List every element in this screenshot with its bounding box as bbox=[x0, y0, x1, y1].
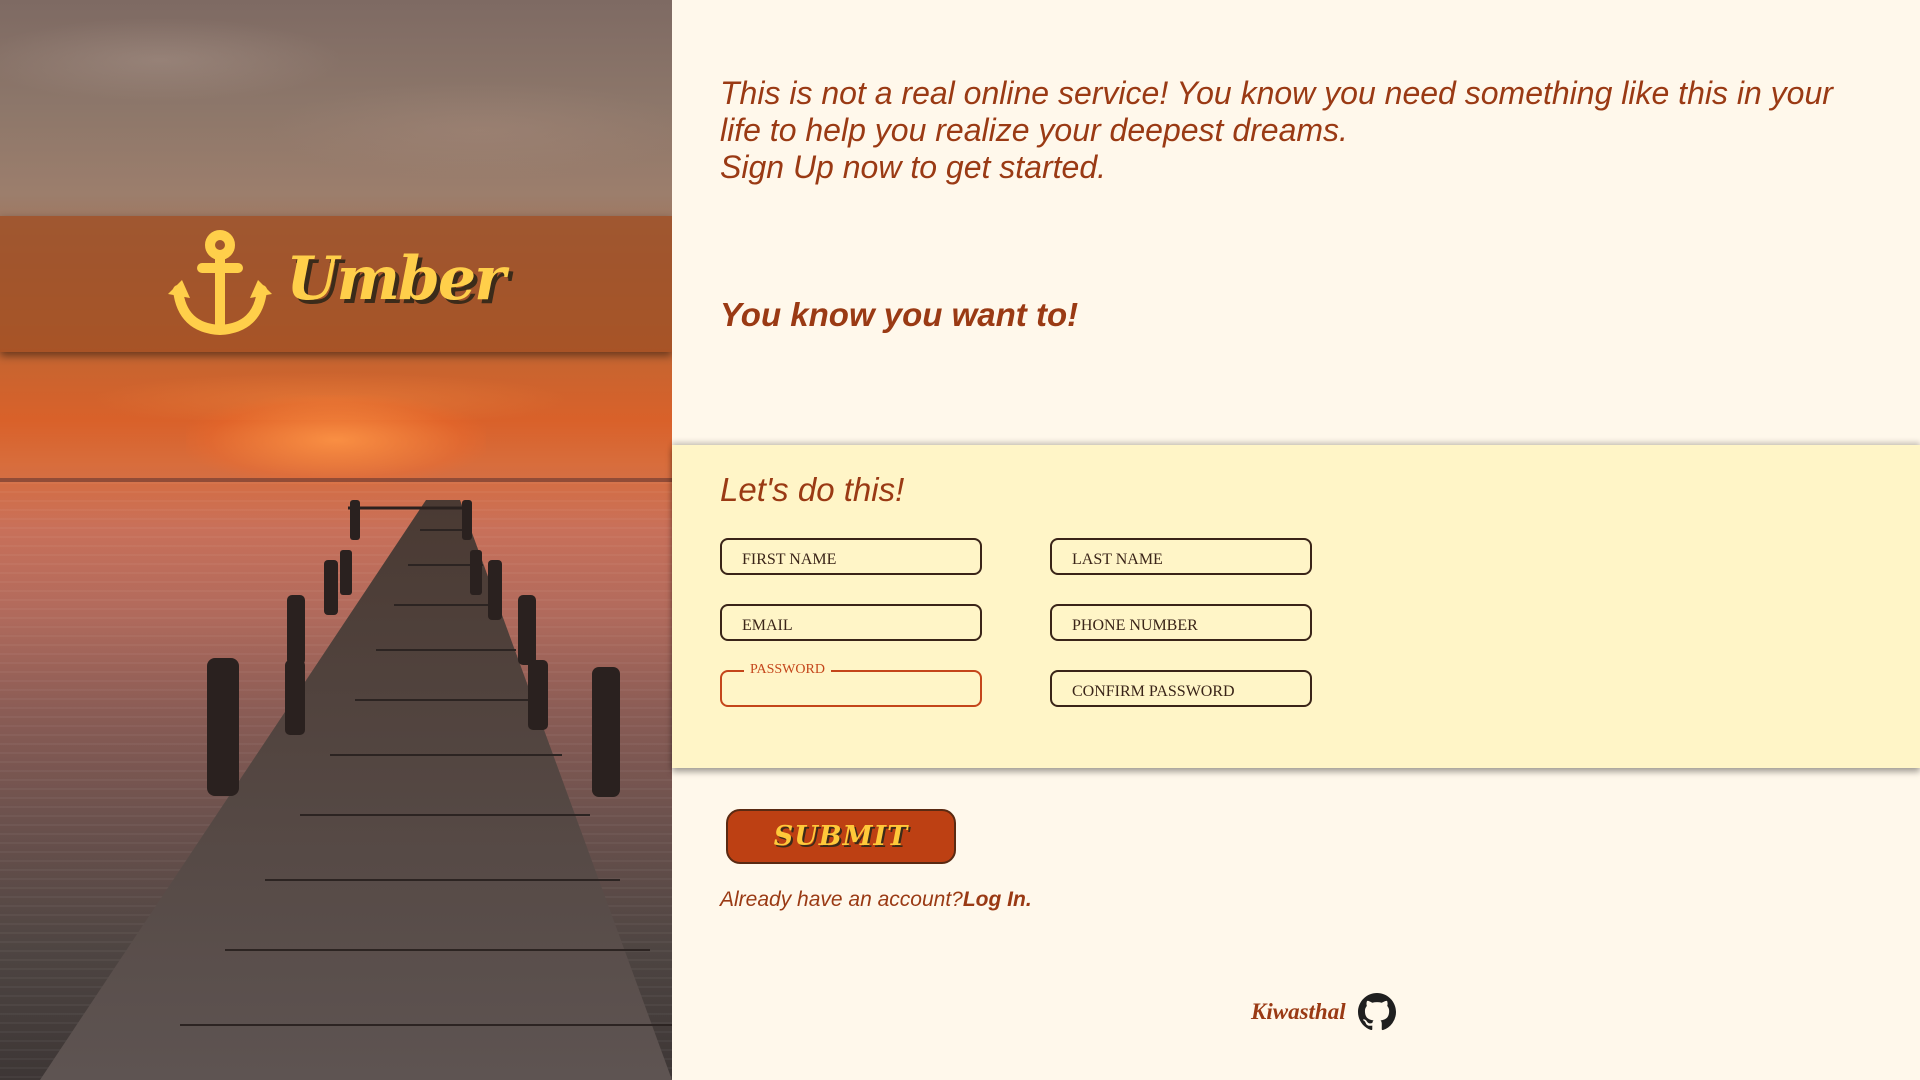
anchor-icon bbox=[168, 230, 273, 336]
login-prompt-text: Already have an account? bbox=[720, 888, 963, 911]
sunset-glow bbox=[186, 395, 486, 485]
tagline: You know you want to! bbox=[720, 296, 1079, 333]
first-name-field[interactable] bbox=[720, 538, 982, 575]
last-name-field[interactable] bbox=[1050, 538, 1312, 575]
email-input[interactable] bbox=[722, 606, 980, 639]
brand-header: Umber bbox=[0, 216, 672, 352]
signup-form: Let's do this! PASSWORD bbox=[672, 445, 1920, 768]
github-icon[interactable] bbox=[1357, 993, 1396, 1031]
email-field[interactable] bbox=[720, 604, 982, 641]
login-link[interactable]: Log In. bbox=[963, 888, 1032, 911]
last-name-input[interactable] bbox=[1052, 540, 1310, 573]
login-prompt: Already have an account?Log In. bbox=[720, 888, 1032, 912]
intro-line-1: This is not a real online service! You k… bbox=[720, 75, 1833, 148]
password-label: PASSWORD bbox=[744, 662, 831, 678]
first-name-input[interactable] bbox=[722, 540, 980, 573]
submit-button[interactable]: SUBMIT bbox=[726, 809, 956, 864]
password-field[interactable]: PASSWORD bbox=[720, 662, 982, 707]
confirm-password-field[interactable] bbox=[1050, 670, 1312, 707]
sky-clouds bbox=[0, 0, 672, 420]
intro-line-2: Sign Up now to get started. bbox=[720, 149, 1106, 185]
intro-text: This is not a real online service! You k… bbox=[720, 75, 1880, 186]
brand-name: Umber bbox=[286, 244, 506, 314]
hero-image-panel: Umber bbox=[0, 0, 672, 1080]
author-name: Kiwasthal bbox=[1251, 999, 1346, 1024]
form-title: Let's do this! bbox=[720, 471, 905, 508]
phone-input[interactable] bbox=[1052, 606, 1310, 639]
footer: Kiwasthal bbox=[1251, 993, 1396, 1031]
phone-field[interactable] bbox=[1050, 604, 1312, 641]
pier-illustration bbox=[40, 500, 672, 1080]
confirm-password-input[interactable] bbox=[1052, 672, 1310, 705]
submit-button-label: SUBMIT bbox=[773, 821, 909, 852]
